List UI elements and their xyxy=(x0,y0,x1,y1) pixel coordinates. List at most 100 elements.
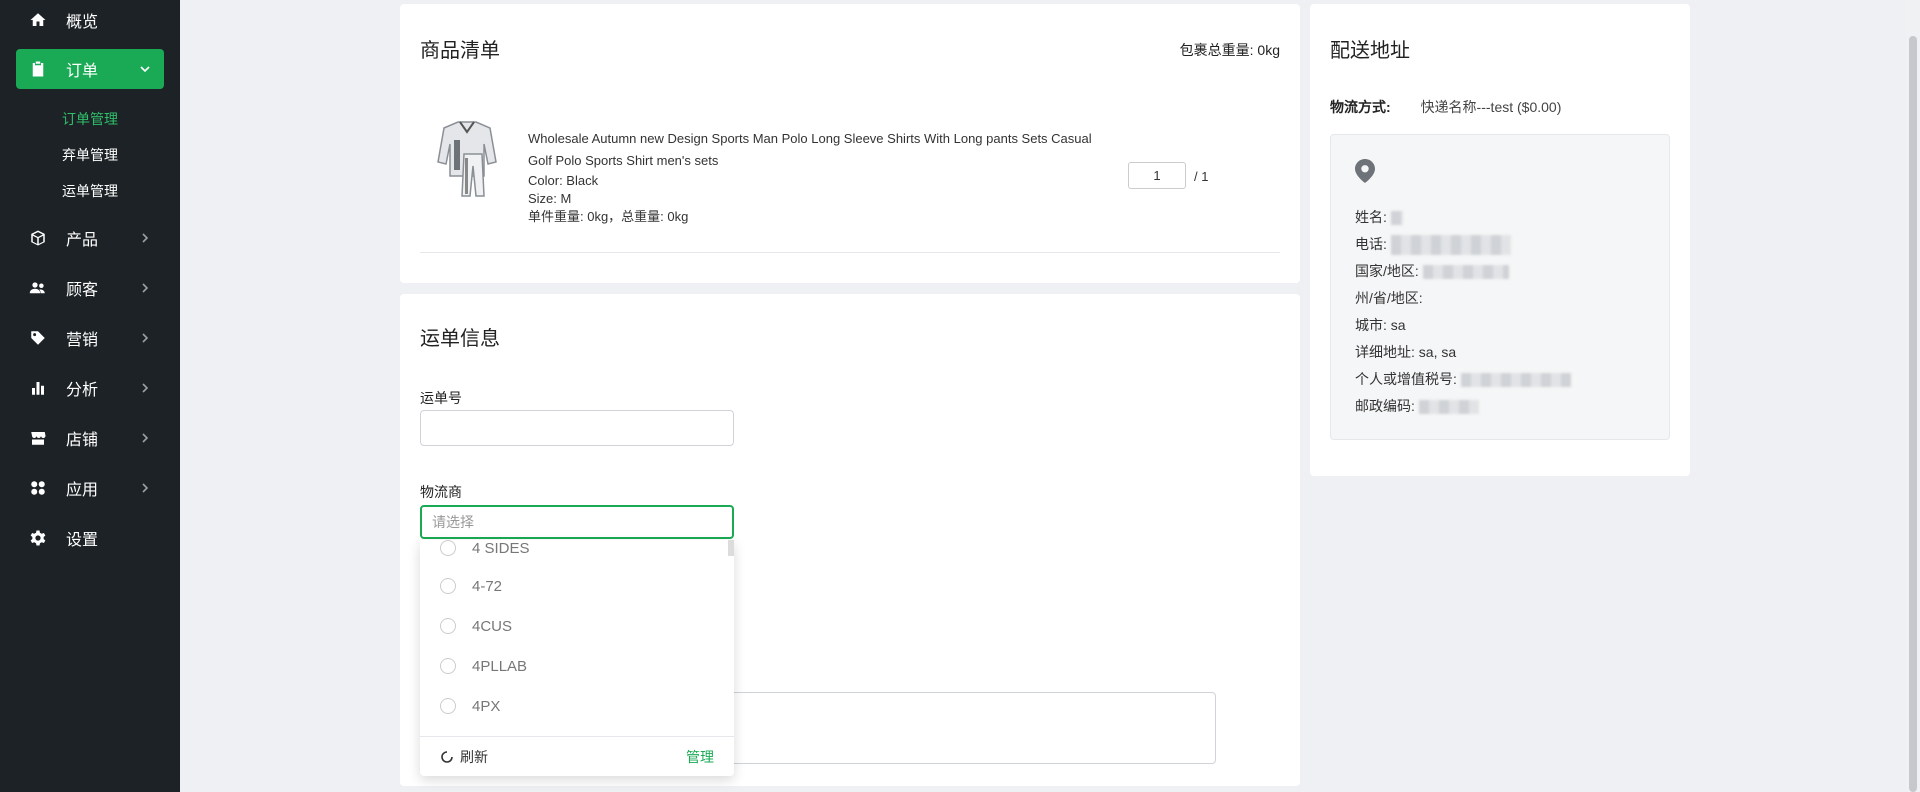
sidebar-item-marketing[interactable]: 营销 xyxy=(16,318,164,358)
carrier-option-label: 4PX xyxy=(472,697,501,715)
tracking-number-label: 运单号 xyxy=(420,390,462,406)
sidebar-item-overview[interactable]: 概览 xyxy=(16,0,164,40)
tag-icon xyxy=(28,328,48,348)
address-name: 姓名: xyxy=(1355,207,1403,227)
shipping-method-value: 快递名称---test ($0.00) xyxy=(1420,99,1562,115)
refresh-icon xyxy=(441,750,453,763)
shipment-card-title: 运单信息 xyxy=(420,328,500,350)
manage-link[interactable]: 管理 xyxy=(686,747,714,767)
items-card: 商品清单 包裹总重量: 0kg Wholesale Autumn new Des… xyxy=(400,4,1300,283)
carrier-option-label: 4-72 xyxy=(472,577,503,595)
sidebar-subitem-shipment-management[interactable]: 运单管理 xyxy=(62,181,118,201)
product-name-line2[interactable]: Golf Polo Sports Shirt men's sets xyxy=(528,150,1108,172)
chevron-right-icon xyxy=(138,231,152,245)
chevron-down-icon xyxy=(138,62,152,76)
sidebar-item-label: 产品 xyxy=(66,232,99,249)
address-tax-id: 个人或增值税号: xyxy=(1355,369,1571,389)
chevron-right-icon xyxy=(138,331,152,345)
sidebar-item-label: 订单 xyxy=(66,63,99,80)
redacted-value xyxy=(1390,211,1403,226)
carrier-label: 物流商 xyxy=(420,484,462,500)
sidebar-item-customers[interactable]: 顾客 xyxy=(16,268,164,308)
address-details: 姓名: 电话: 国家/地区: 州/省/地区: 城市: sa 详细地址: sa, … xyxy=(1330,134,1670,440)
carrier-option[interactable]: 4 SIDES xyxy=(440,536,530,560)
address-postcode-label: 邮政编码: xyxy=(1355,398,1415,414)
sidebar: 概览 订单 订单管理 弃单管理 运单管理 产品 顾客 营销 分析 店铺 应用 设… xyxy=(0,0,180,792)
sidebar-item-analytics[interactable]: 分析 xyxy=(16,368,164,408)
address-street-label: 详细地址: sa, sa xyxy=(1355,344,1457,360)
quantity-input[interactable]: 1 xyxy=(1128,162,1186,189)
clipboard-icon xyxy=(28,59,48,79)
chevron-right-icon xyxy=(138,481,152,495)
chevron-right-icon xyxy=(138,381,152,395)
product-info: Wholesale Autumn new Design Sports Man P… xyxy=(528,128,1108,226)
sidebar-subitem-order-management[interactable]: 订单管理 xyxy=(62,109,118,129)
home-icon xyxy=(28,10,48,30)
address-phone-label: 电话: xyxy=(1355,236,1387,252)
address-name-label: 姓名: xyxy=(1355,209,1387,225)
box-icon xyxy=(28,228,48,248)
sidebar-item-products[interactable]: 产品 xyxy=(16,218,164,258)
sidebar-item-settings[interactable]: 设置 xyxy=(16,518,164,558)
redacted-value xyxy=(1390,235,1511,256)
refresh-button[interactable]: 刷新 xyxy=(440,747,488,767)
tracking-number-input[interactable] xyxy=(420,410,734,446)
address-city: 城市: sa xyxy=(1355,315,1406,335)
shipping-method: 物流方式: 快递名称---test ($0.00) xyxy=(1330,97,1561,117)
chevron-right-icon xyxy=(138,431,152,445)
sidebar-item-store[interactable]: 店铺 xyxy=(16,418,164,458)
gear-icon xyxy=(28,528,48,548)
carrier-option[interactable]: 4PLLAB xyxy=(440,654,527,678)
address-country-label: 国家/地区: xyxy=(1355,263,1419,279)
sidebar-item-label: 概览 xyxy=(66,14,99,31)
address-state-label: 州/省/地区: xyxy=(1355,290,1423,306)
address-phone: 电话: xyxy=(1355,234,1511,256)
radio-icon xyxy=(440,658,456,674)
address-postcode: 邮政编码: xyxy=(1355,396,1479,416)
chevron-right-icon xyxy=(138,281,152,295)
sidebar-item-label: 分析 xyxy=(66,382,99,399)
address-country: 国家/地区: xyxy=(1355,261,1509,281)
product-name-line1[interactable]: Wholesale Autumn new Design Sports Man P… xyxy=(528,128,1108,150)
redacted-value xyxy=(1418,400,1479,415)
carrier-option-label: 4 SIDES xyxy=(472,539,530,557)
location-pin-icon xyxy=(1355,159,1375,183)
carrier-option[interactable]: 4CUS xyxy=(440,614,512,638)
apps-icon xyxy=(28,478,48,498)
radio-icon xyxy=(440,698,456,714)
carrier-option[interactable]: 4PX xyxy=(440,694,500,718)
address-city-label: 城市: sa xyxy=(1355,317,1406,333)
sidebar-item-label: 店铺 xyxy=(66,432,99,449)
radio-icon xyxy=(440,618,456,634)
carrier-select[interactable]: 请选择 xyxy=(420,505,734,539)
dropdown-footer: 刷新 管理 xyxy=(420,736,734,776)
product-weight: 单件重量: 0kg，总重量: 0kg xyxy=(528,209,689,224)
items-card-title: 商品清单 xyxy=(420,40,500,62)
product-color: Color: Black xyxy=(528,173,599,188)
shipping-address-card: 配送地址 物流方式: 快递名称---test ($0.00) 姓名: 电话: 国… xyxy=(1310,4,1690,476)
sidebar-item-label: 设置 xyxy=(66,532,99,549)
sidebar-item-orders[interactable]: 订单 xyxy=(16,49,164,89)
product-image[interactable] xyxy=(430,114,504,200)
refresh-label: 刷新 xyxy=(460,748,488,765)
sidebar-item-apps[interactable]: 应用 xyxy=(16,468,164,508)
dropdown-scrollbar[interactable] xyxy=(728,540,734,556)
users-icon xyxy=(28,278,48,298)
radio-icon xyxy=(440,540,456,556)
address-tax-id-label: 个人或增值税号: xyxy=(1355,371,1457,387)
address-card-title: 配送地址 xyxy=(1330,40,1410,62)
quantity-total: / 1 xyxy=(1194,169,1209,184)
note-textarea[interactable] xyxy=(724,692,1216,764)
address-state: 州/省/地区: xyxy=(1355,288,1423,308)
carrier-option[interactable]: 4-72 xyxy=(440,574,502,598)
redacted-value xyxy=(1422,265,1509,280)
bar-chart-icon xyxy=(28,378,48,398)
package-total-weight: 包裹总重量: 0kg xyxy=(1180,40,1280,60)
store-icon xyxy=(28,428,48,448)
carrier-option-label: 4CUS xyxy=(472,617,513,635)
scrollbar-thumb[interactable] xyxy=(1909,36,1917,792)
page-scrollbar[interactable] xyxy=(1906,0,1920,792)
package-weight-label: 包裹总重量: xyxy=(1179,42,1254,58)
divider xyxy=(420,252,1280,253)
sidebar-subitem-abandoned-orders[interactable]: 弃单管理 xyxy=(62,145,118,165)
